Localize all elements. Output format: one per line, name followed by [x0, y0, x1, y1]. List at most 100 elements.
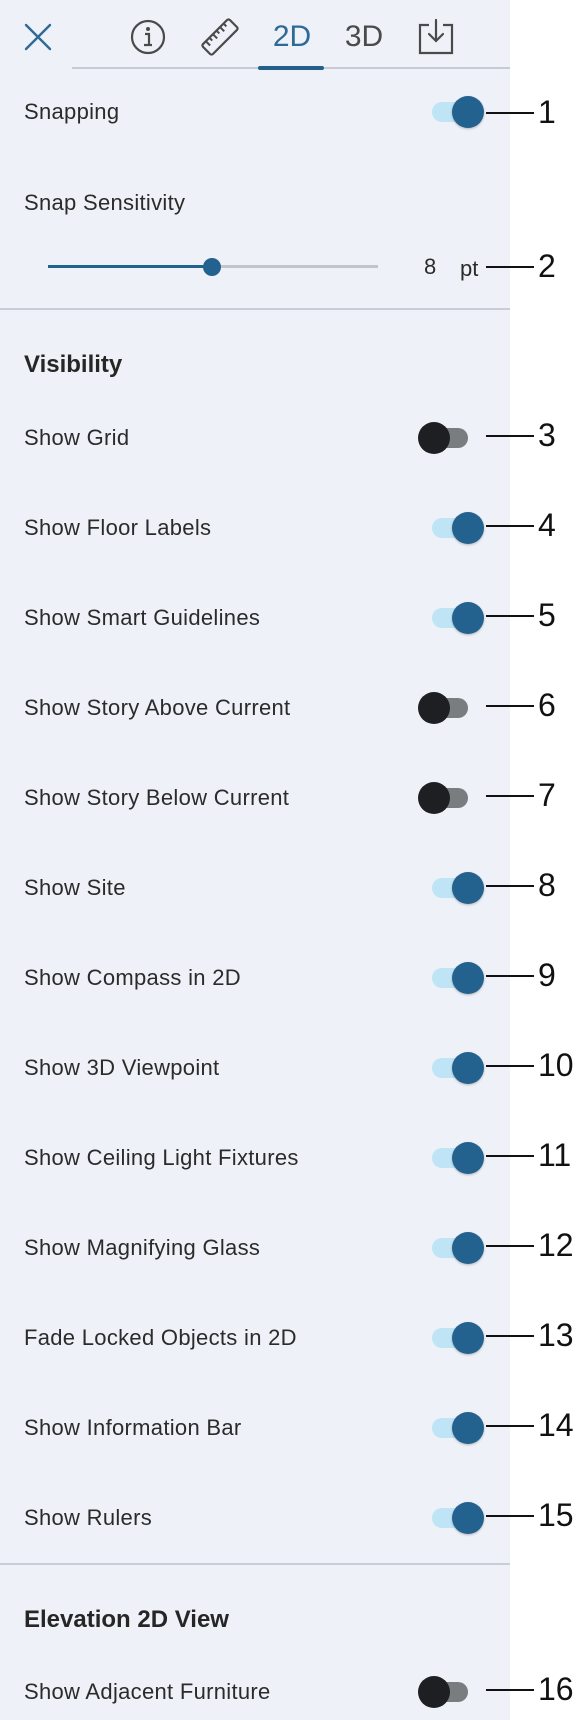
toggle-knob — [418, 422, 450, 454]
slider-fill — [48, 265, 212, 268]
show-rulers-label: Show Rulers — [24, 1505, 153, 1530]
callout-number: 14 — [538, 1407, 574, 1443]
toggle-knob — [452, 1142, 484, 1174]
download-icon — [418, 18, 454, 55]
snapping-toggle[interactable] — [426, 95, 486, 129]
tab-bar: 2D 3D — [0, 0, 510, 72]
callout-leader-line — [486, 435, 534, 437]
show-site-label: Show Site — [24, 875, 126, 900]
show-information-bar-label: Show Information Bar — [24, 1415, 242, 1440]
show-rulers-toggle[interactable] — [426, 1501, 486, 1535]
show-floor-labels-label: Show Floor Labels — [24, 515, 212, 540]
callout-leader-line — [486, 1155, 534, 1157]
section-divider — [0, 308, 510, 310]
callout-number: 4 — [538, 507, 556, 543]
callout-number: 1 — [538, 94, 556, 130]
close-icon — [24, 23, 52, 51]
show-compass-in-2d-label: Show Compass in 2D — [24, 965, 241, 990]
fade-locked-objects-in-2d-toggle[interactable] — [426, 1321, 486, 1355]
show-story-below-current-toggle[interactable] — [418, 781, 478, 815]
toggle-knob — [418, 692, 450, 724]
callout-leader-line — [486, 615, 534, 617]
toggle-knob — [418, 1676, 450, 1708]
toggle-knob — [452, 1322, 484, 1354]
callout-number: 7 — [538, 777, 556, 813]
callout-leader-line — [486, 1515, 534, 1517]
show-smart-guidelines-toggle[interactable] — [426, 601, 486, 635]
show-compass-in-2d-toggle[interactable] — [426, 961, 486, 995]
show-3d-viewpoint-toggle[interactable] — [426, 1051, 486, 1085]
callout-leader-line — [486, 1065, 534, 1067]
callout-leader-line — [486, 112, 534, 114]
callout-number: 12 — [538, 1227, 574, 1263]
tab-measure[interactable] — [196, 8, 244, 66]
toggle-knob — [452, 872, 484, 904]
fade-locked-objects-in-2d-label: Fade Locked Objects in 2D — [24, 1325, 297, 1350]
toggle-knob — [452, 962, 484, 994]
settings-panel: 2D 3D Snapping Snap Sensitivity 8 pt Vis… — [0, 0, 510, 1720]
toggle-knob — [452, 1502, 484, 1534]
callout-leader-line — [486, 525, 534, 527]
callout-leader-line — [486, 1689, 534, 1691]
slider-thumb[interactable] — [203, 258, 221, 276]
toggle-knob — [452, 96, 484, 128]
show-grid-label: Show Grid — [24, 425, 130, 450]
callout-number: 5 — [538, 597, 556, 633]
tab-2d-label: 2D — [272, 20, 312, 53]
callout-number: 2 — [538, 248, 556, 284]
show-magnifying-glass-toggle[interactable] — [426, 1231, 486, 1265]
show-grid-toggle[interactable] — [418, 421, 478, 455]
callout-number: 13 — [538, 1317, 574, 1353]
toggle-knob — [452, 1412, 484, 1444]
callout-number: 15 — [538, 1497, 574, 1533]
tab-3d[interactable]: 3D — [334, 8, 394, 66]
show-ceiling-light-fixtures-toggle[interactable] — [426, 1141, 486, 1175]
show-floor-labels-toggle[interactable] — [426, 511, 486, 545]
show-magnifying-glass-label: Show Magnifying Glass — [24, 1235, 261, 1260]
toggle-knob — [452, 1052, 484, 1084]
callout-number: 10 — [538, 1047, 574, 1083]
show-site-toggle[interactable] — [426, 871, 486, 905]
toggle-knob — [418, 782, 450, 814]
callout-leader-line — [486, 975, 534, 977]
show-adjacent-furniture-toggle[interactable] — [418, 1675, 478, 1709]
tab-3d-label: 3D — [344, 20, 384, 53]
callout-number: 3 — [538, 417, 556, 453]
show-ceiling-light-fixtures-label: Show Ceiling Light Fixtures — [24, 1145, 299, 1170]
tab-2d[interactable]: 2D — [262, 8, 322, 66]
callout-leader-line — [486, 1245, 534, 1247]
elevation-section-title: Elevation 2D View — [24, 1606, 229, 1633]
callout-number: 11 — [538, 1137, 572, 1173]
show-story-above-current-label: Show Story Above Current — [24, 695, 291, 720]
show-information-bar-toggle[interactable] — [426, 1411, 486, 1445]
tab-info[interactable] — [126, 8, 170, 66]
snap-sensitivity-value: 8 — [424, 254, 437, 279]
show-story-above-current-toggle[interactable] — [418, 691, 478, 725]
callout-leader-line — [486, 795, 534, 797]
callout-number: 16 — [538, 1671, 574, 1707]
show-smart-guidelines-label: Show Smart Guidelines — [24, 605, 261, 630]
callout-leader-line — [486, 885, 534, 887]
section-divider — [0, 1563, 510, 1565]
active-tab-indicator — [258, 66, 324, 70]
close-button[interactable] — [18, 8, 58, 66]
callout-number: 9 — [538, 957, 556, 993]
show-story-below-current-label: Show Story Below Current — [24, 785, 290, 810]
toggle-knob — [452, 602, 484, 634]
snap-sensitivity-unit: pt — [460, 256, 479, 281]
show-3d-viewpoint-label: Show 3D Viewpoint — [24, 1055, 220, 1080]
callout-leader-line — [486, 266, 534, 268]
callout-number: 6 — [538, 687, 556, 723]
toggle-knob — [452, 1232, 484, 1264]
tab-export[interactable] — [414, 8, 458, 66]
callout-leader-line — [486, 705, 534, 707]
snapping-label: Snapping — [24, 99, 120, 124]
callout-number: 8 — [538, 867, 556, 903]
callout-leader-line — [486, 1425, 534, 1427]
callout-leader-line — [486, 1335, 534, 1337]
toggle-knob — [452, 512, 484, 544]
show-adjacent-furniture-label: Show Adjacent Furniture — [24, 1679, 271, 1704]
info-icon — [130, 19, 166, 55]
snap-sensitivity-label: Snap Sensitivity — [24, 190, 186, 215]
ruler-icon — [201, 18, 239, 56]
